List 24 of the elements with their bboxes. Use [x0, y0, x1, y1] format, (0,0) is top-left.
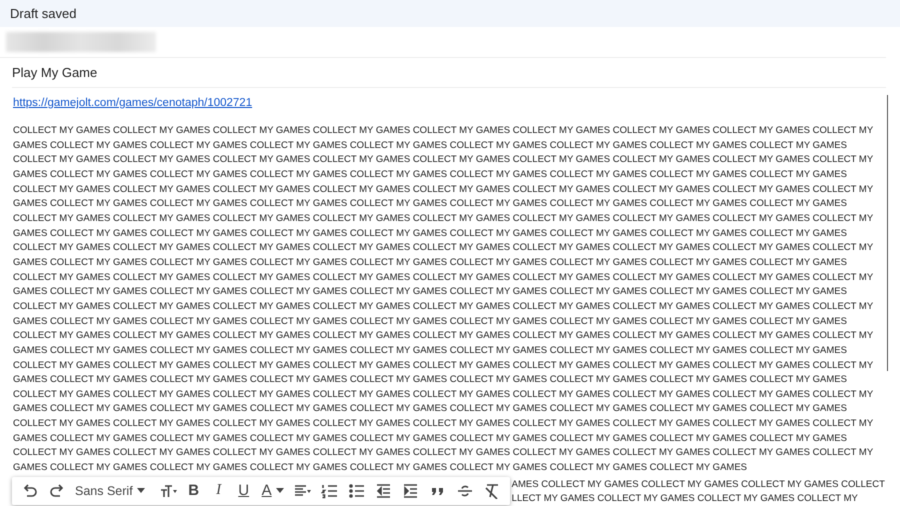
undo-icon	[21, 482, 39, 499]
font-dropdown[interactable]: Sans Serif	[72, 478, 153, 503]
numbered-list-icon	[320, 482, 339, 499]
message-body-line: AMES COLLECT MY GAMES COLLECT MY GAMES COLLECT MY GAMES COLLECT	[512, 478, 885, 492]
caret-icon	[276, 488, 284, 494]
redo-icon	[48, 482, 66, 499]
caret-icon	[136, 488, 145, 494]
scrollbar[interactable]	[887, 95, 888, 371]
text-size-icon	[158, 482, 177, 499]
outdent-icon	[374, 482, 393, 499]
color-button[interactable]: A	[258, 478, 288, 503]
subject-field[interactable]: Play My Game	[12, 65, 98, 80]
indent-icon	[402, 482, 420, 499]
bold-button[interactable]: B	[182, 478, 205, 503]
clear-format-icon	[482, 482, 501, 499]
draft-status: Draft saved	[10, 6, 76, 21]
message-body: COLLECT MY GAMES COLLECT MY GAMES COLLECT MY GAMES COLLECT MY GAMES COLLECT MY GAMES COLLECT MY GAMES COLLECT MY GAMES COLLECT MY GAMES COLLECT MY GAMES COLLECT MY GAMES COLLECT MY GAMES COLLECT MY GAMES COLLECT MY GAMES COLLECT MY GAMES COLLECT MY GAMES COLLECT MY GAMES COLLECT MY GAMES COLLECT MY GAMES COLLECT MY GAMES COLLECT MY GAMES COLLECT MY GAMES COLLECT MY GAMES COLLECT MY GAMES COLLECT MY GAMES COLLECT MY GAMES COLLECT MY GAMES COLLECT MY GAMES COLLECT MY GAMES COLLECT MY GAMES COLLECT MY GAMES COLLECT MY GAMES COLLECT MY GAMES COLLECT MY GAMES COLLECT MY GAMES COLLECT MY GAMES COLLECT MY GAMES COLLECT MY GAMES COLLECT MY GAMES COLLECT MY GAMES COLLECT MY GAMES COLLECT MY GAMES COLLECT MY GAMES COLLECT MY GAMES COLLECT MY GAMES COLLECT MY GAMES COLLECT MY GAMES COLLECT MY GAMES COLLECT MY GAMES COLLECT MY GAMES COLLECT MY GAMES COLLECT MY GAMES COLLECT MY GAMES COLLECT MY GAMES COLLECT MY GAMES COLLECT MY GAMES COLLECT MY GAMES COLLECT MY GAMES COLLECT MY GAMES COLLECT MY GAMES COLLECT MY GAMES COLLECT MY GAMES COLLECT MY GAMES COLLECT MY GAMES COLLECT MY GAMES COLLECT MY GAMES COLLECT MY GAMES COLLECT MY GAMES COLLECT MY GAMES COLLECT MY GAMES COLLECT MY GAMES COLLECT MY GAMES COLLECT MY GAMES COLLECT MY GAMES COLLECT MY GAMES COLLECT MY GAMES COLLECT MY GAMES COLLECT MY GAMES COLLECT MY GAMES COLLECT MY GAMES COLLECT MY GAMES COLLECT MY GAMES COLLECT MY GAMES COLLECT MY GAMES COLLECT MY GAMES COLLECT MY GAMES COLLECT MY GAMES COLLECT MY GAMES COLLECT MY GAMES COLLECT MY GAMES COLLECT MY GAMES COLLECT MY GAMES COLLECT MY GAMES COLLECT MY GAMES COLLECT MY GAMES COLLECT MY GAMES COLLECT MY GAMES COLLECT MY GAMES COLLECT MY GAMES COLLECT MY GAMES COLLECT MY GAMES COLLECT MY GAMES COLLECT MY GAMES COLLECT MY GAMES COLLECT MY GAMES COLLECT MY GAMES COLLECT MY GAMES COLLECT MY GAMES COLLECT MY GAMES COLLECT MY GAMES COLLECT MY GAMES COLLECT MY GAMES COLLECT MY GAMES COLLECT MY GAMES COLLECT MY GAMES COLLECT MY GAMES COLLECT MY GAMES COLLECT MY GAMES COLLECT MY GAMES COLLECT MY GAMES COLLECT MY GAMES COLLECT MY GAMES COLLECT MY GAMES COLLECT MY GAMES COLLECT MY GAMES COLLECT MY GAMES COLLECT MY GAMES COLLECT MY GAMES COLLECT MY GAMES COLLECT MY GAMES COLLECT MY GAMES COLLECT MY GAMES COLLECT MY GAMES COLLECT MY GAMES COLLECT MY GAMES COLLECT MY GAMES COLLECT MY GAMES COLLECT MY GAMES COLLECT MY GAMES COLLECT MY GAMES COLLECT MY GAMES COLLECT MY GAMES COLLECT MY GAMES COLLECT MY GAMES COLLECT MY GAMES COLLECT MY GAMES COLLECT MY GAMES COLLECT MY GAMES COLLECT MY GAMES COLLECT MY GAMES COLLECT MY GAMES COLLECT MY GAMES COLLECT MY GAMES COLLECT MY GAMES COLLECT MY GAMES COLLECT MY GAMES COLLECT MY GAMES COLLECT MY GAMES COLLECT MY GAMES COLLECT MY GAMES COLLECT MY GAMES COLLECT MY GAMES COLLECT MY GAMES COLLECT MY GAMES COLLECT MY GAMES COLLECT MY GAMES COLLECT MY GAMES COLLECT MY GAMES COLLECT MY GAMES COLLECT MY GAMES COLLECT MY GAMES COLLECT MY GAMES COLLECT MY GAMES COLLECT MY GAMES COLLECT MY GAMES COLLECT MY GAMES COLLECT MY GAMES COLLECT MY GAMES COLLECT MY GAMES COLLECT MY GAMES COLLECT MY GAMES COLLECT MY GAMES COLLECT MY GAMES COLLECT MY GAMES COLLECT MY GAMES COLLECT MY GAMES COLLECT MY GAMES COLLECT MY GAMES COLLECT MY GAMES COLLECT MY GAMES COLLECT MY GAMES COLLECT MY GAMES COLLECT MY GAMES COLLECT MY GAMES COLLECT MY GAMES COLLECT MY GAMES COLLECT MY GAMES COLLECT MY GAMES COLLECT MY GAMES COLLECT MY GAMES COLLECT MY GAMES COLLECT MY GAMES COLLECT MY GAMES COLLECT MY GAMES	[13, 124, 874, 476]
align-icon	[294, 482, 312, 499]
bulleted-list-icon	[348, 482, 366, 499]
underline-button[interactable]: U	[232, 478, 255, 503]
message-body-line: LLECT MY GAMES COLLECT MY GAMES COLLECT MY GAMES COLLECT MY	[512, 492, 859, 506]
link[interactable]: https://gamejolt.com/games/cenotaph/1002721	[13, 96, 252, 110]
italic-button[interactable]: I	[208, 478, 230, 503]
strikethrough-icon	[456, 482, 474, 499]
